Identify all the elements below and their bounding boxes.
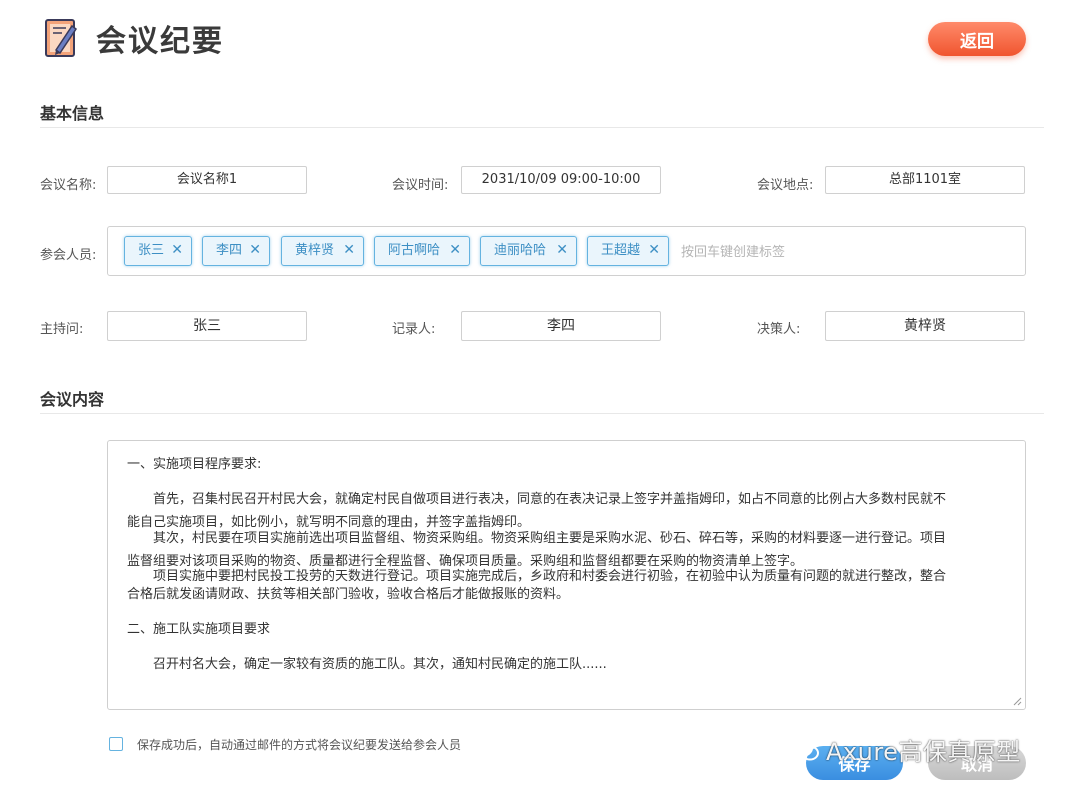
remove-tag-icon[interactable]: ✕: [556, 237, 568, 264]
attendee-tag[interactable]: 迪丽哈哈 ✕: [480, 236, 577, 266]
attendee-tag-label: 阿古啊哈: [388, 243, 441, 258]
attendee-tag[interactable]: 阿古啊哈 ✕: [374, 236, 470, 266]
remove-tag-icon[interactable]: ✕: [343, 237, 355, 264]
attendee-tag[interactable]: 李四 ✕: [202, 236, 270, 266]
content-line: 合格后就发函请财政、扶贫等相关部门验收，验收合格后才能做报账的资料。: [127, 587, 570, 602]
attendees-label: 参会人员:: [40, 248, 97, 263]
content-line: 二、施工队实施项目要求: [127, 622, 271, 637]
attendee-tag-label: 张三: [138, 243, 165, 258]
watermark: Axure高保真原型: [826, 738, 1021, 766]
decider-input[interactable]: 黄梓贤: [825, 311, 1025, 341]
content-line: 首先，召集村民召开村民大会，就确定村民自做项目进行表决，同意的在表决记录上签字并…: [127, 492, 947, 507]
section-title-content: 会议内容: [40, 390, 105, 409]
page-title: 会议纪要: [96, 24, 224, 59]
remove-tag-icon[interactable]: ✕: [449, 237, 461, 264]
meeting-location-input[interactable]: 总部1101室: [825, 166, 1025, 194]
wechat-icon: [791, 739, 819, 761]
meeting-location-label: 会议地点:: [757, 178, 814, 193]
attendee-tag-label: 迪丽哈哈: [494, 243, 547, 258]
email-notify-checkbox[interactable]: [109, 737, 123, 751]
remove-tag-icon[interactable]: ✕: [171, 237, 183, 264]
host-input[interactable]: 张三: [107, 311, 307, 341]
resize-handle-icon[interactable]: [1012, 696, 1022, 706]
attendee-tag[interactable]: 张三 ✕: [124, 236, 192, 266]
attendee-tag[interactable]: 王超越 ✕: [587, 236, 669, 266]
divider: [40, 413, 1044, 414]
attendee-tag-label: 王超越: [601, 243, 641, 258]
back-button[interactable]: 返回: [928, 22, 1026, 56]
remove-tag-icon[interactable]: ✕: [249, 237, 261, 264]
page-header: 会议纪要 返回: [0, 0, 1080, 80]
meeting-name-label: 会议名称:: [40, 178, 97, 193]
attendees-tag-input[interactable]: 张三 ✕ 李四 ✕ 黄梓贤 ✕ 阿古啊哈 ✕ 迪丽哈哈 ✕ 王超越 ✕ 按回车键…: [107, 226, 1026, 276]
document-pen-icon: [45, 19, 78, 57]
recorder-label: 记录人:: [392, 322, 436, 337]
meeting-content-textarea[interactable]: 一、实施项目程序要求: 首先，召集村民召开村民大会，就确定村民自做项目进行表决，…: [107, 440, 1026, 710]
email-notify-label: 保存成功后，自动通过邮件的方式将会议纪要发送给参会人员: [137, 738, 462, 752]
decider-label: 决策人:: [757, 322, 801, 337]
recorder-input[interactable]: 李四: [461, 311, 661, 341]
content-line: 召开村名大会，确定一家较有资质的施工队。其次，通知村民确定的施工队......: [127, 657, 607, 672]
remove-tag-icon[interactable]: ✕: [648, 237, 660, 264]
meeting-time-label: 会议时间:: [392, 178, 449, 193]
content-line: 其次，村民要在项目实施前选出项目监督组、物资采购组。物资采购组主要是采购水泥、砂…: [127, 531, 947, 546]
divider: [40, 127, 1044, 128]
content-line: 一、实施项目程序要求:: [127, 457, 262, 472]
attendee-tag-label: 黄梓贤: [295, 243, 335, 258]
section-title-basic-info: 基本信息: [40, 104, 105, 123]
meeting-name-input[interactable]: 会议名称1: [107, 166, 307, 194]
attendee-tag[interactable]: 黄梓贤 ✕: [281, 236, 364, 266]
attendee-tag-label: 李四: [216, 243, 243, 258]
meeting-time-input[interactable]: 2031/10/09 09:00-10:00: [461, 166, 661, 194]
host-label: 主持问:: [40, 322, 84, 337]
tag-input-placeholder[interactable]: 按回车键创建标签: [681, 241, 785, 260]
